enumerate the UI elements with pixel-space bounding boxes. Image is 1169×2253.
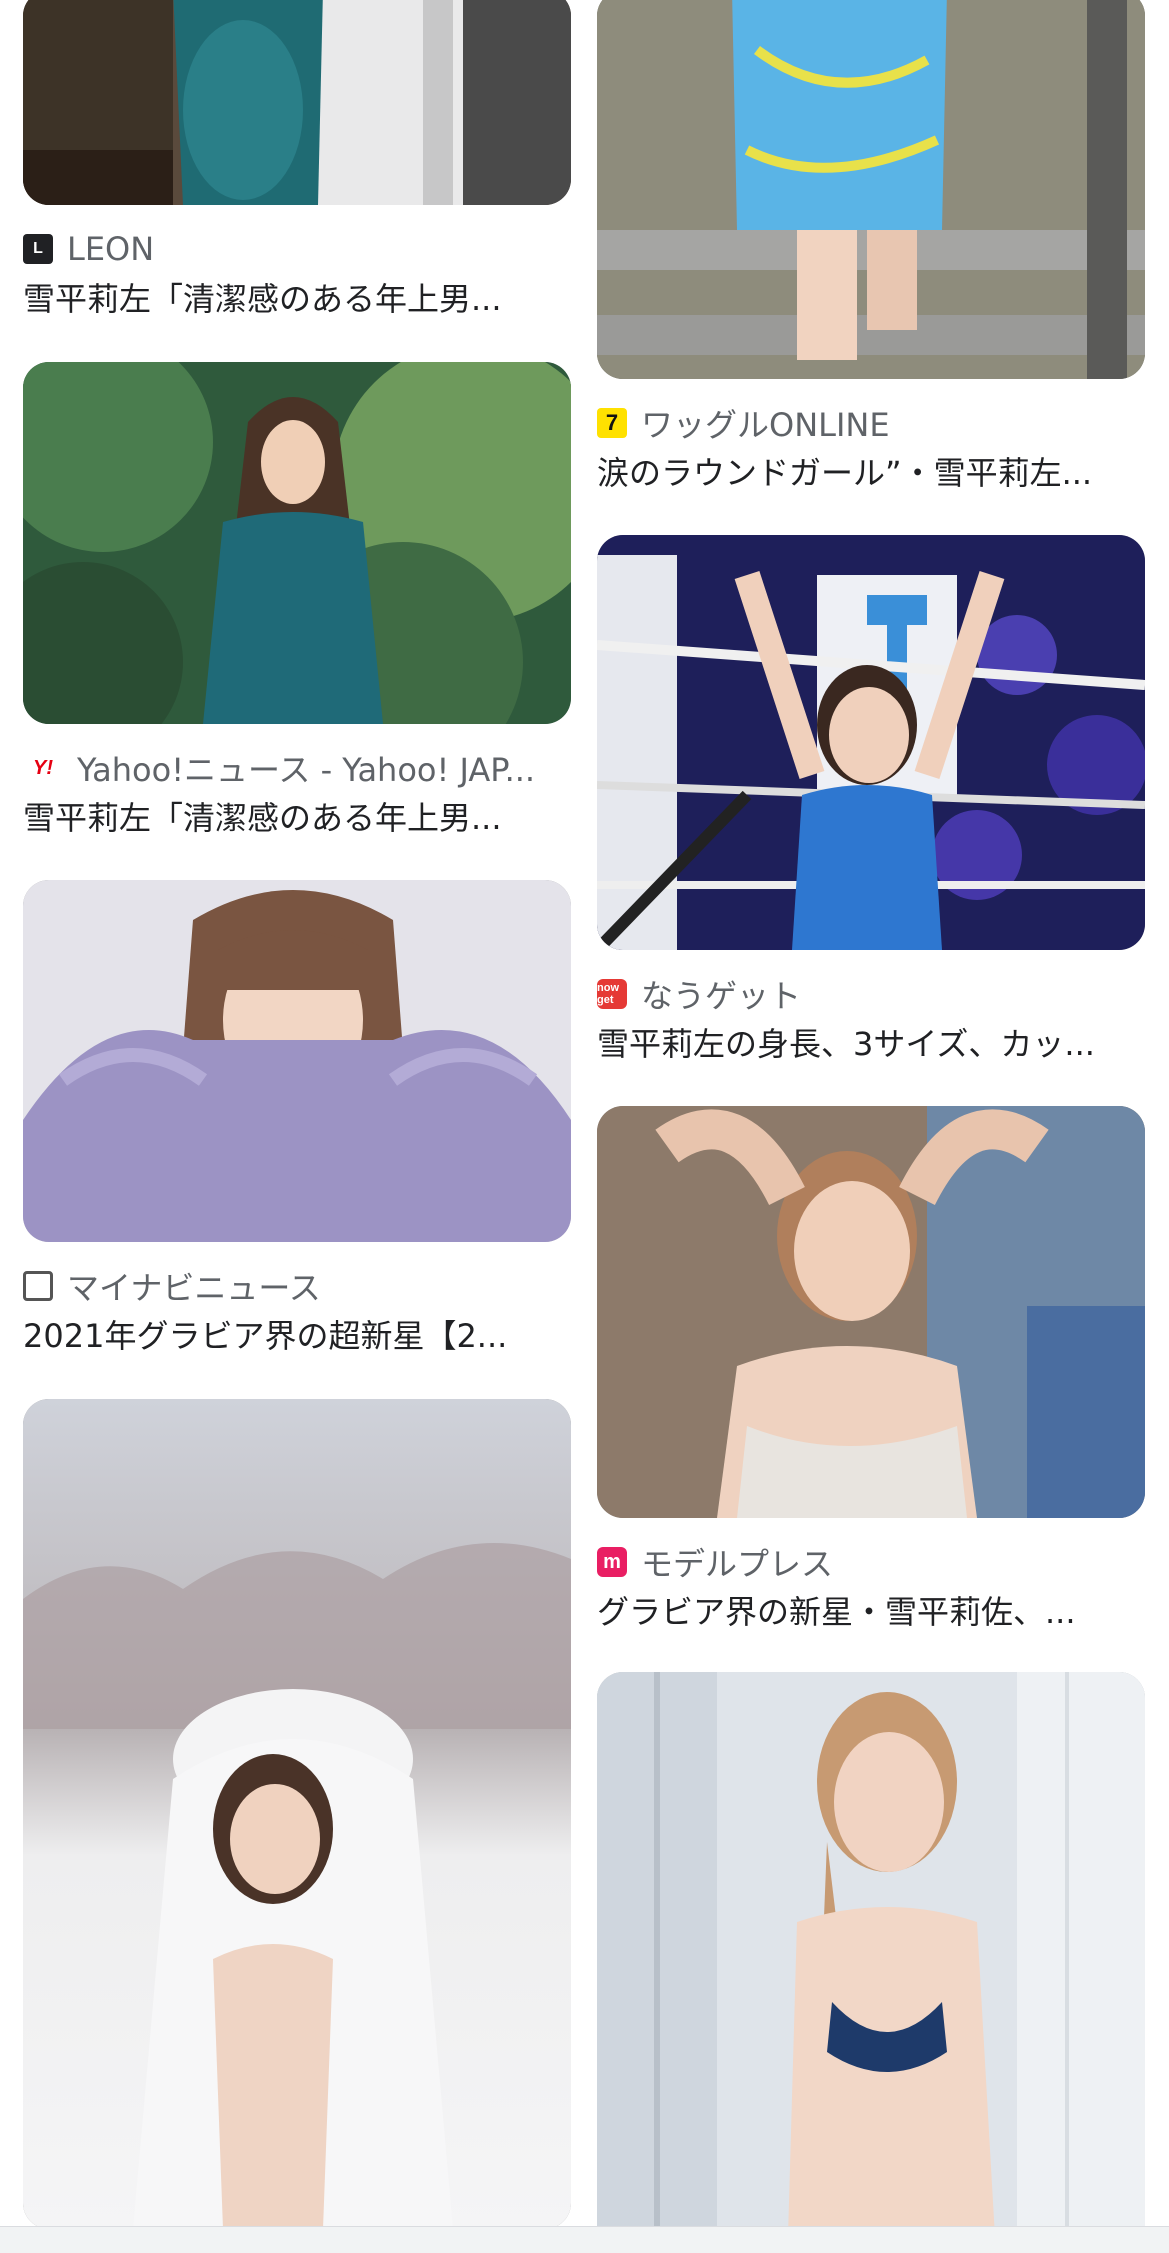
result-source[interactable]: L LEON [23, 229, 571, 269]
result-image[interactable] [597, 535, 1145, 950]
result-source[interactable]: m モデルプレス [597, 1542, 1145, 1583]
result-source[interactable]: Y! Yahoo!ニュース - Yahoo! JAP... [23, 748, 571, 789]
result-title[interactable]: 涙のラウンドガール”・雪平莉左... [597, 451, 1145, 495]
result-source[interactable]: 7 ワッグルONLINE [597, 403, 1145, 444]
result-title[interactable]: 雪平莉左の身長、3サイズ、カッ... [597, 1022, 1145, 1066]
image-result-card[interactable]: 7 ワッグルONLINE 涙のラウンドガール”・雪平莉左... [597, 0, 1145, 495]
leon-logo-icon: L [23, 234, 53, 264]
result-title[interactable]: 雪平莉左「清潔感のある年上男... [23, 796, 571, 840]
modelpress-logo-icon: m [597, 1547, 627, 1577]
source-name: Yahoo!ニュース - Yahoo! JAP... [77, 751, 536, 789]
image-result-card[interactable] [597, 1672, 1145, 2253]
mynavi-logo-icon [23, 1271, 53, 1301]
image-result-card[interactable]: L LEON 雪平莉左「清潔感のある年上男... [23, 0, 571, 321]
source-name: ワッグルONLINE [641, 406, 890, 444]
bottom-toolbar [0, 2226, 1169, 2253]
waggle-logo-icon: 7 [597, 408, 627, 438]
source-name: マイナビニュース [67, 1269, 321, 1307]
image-results-grid: L LEON 雪平莉左「清潔感のある年上男... Y! Yahoo!ニュース -… [0, 0, 1169, 2253]
image-result-card[interactable]: m モデルプレス グラビア界の新星・雪平莉佐、... [597, 1106, 1145, 1634]
result-title[interactable]: グラビア界の新星・雪平莉佐、... [597, 1590, 1145, 1634]
result-image[interactable] [597, 0, 1145, 379]
result-source[interactable]: now get なうゲット [597, 974, 1145, 1015]
image-result-card[interactable]: now get なうゲット 雪平莉左の身長、3サイズ、カッ... [597, 535, 1145, 1066]
yahoo-logo-icon: Y! [33, 756, 53, 779]
nowget-logo-icon: now get [597, 979, 627, 1009]
result-image[interactable] [597, 1672, 1145, 2253]
source-name: LEON [67, 230, 155, 268]
result-title[interactable]: 2021年グラビア界の超新星【2... [23, 1314, 571, 1358]
result-image[interactable] [597, 1106, 1145, 1518]
image-result-card[interactable]: マイナビニュース 2021年グラビア界の超新星【2... [23, 880, 571, 1358]
source-name: モデルプレス [641, 1545, 834, 1583]
result-title[interactable]: 雪平莉左「清潔感のある年上男... [23, 277, 571, 321]
source-name: なうゲット [641, 977, 802, 1015]
result-image[interactable] [23, 1399, 571, 2229]
result-source[interactable]: マイナビニュース [23, 1266, 571, 1307]
image-result-card[interactable] [23, 1399, 571, 2229]
result-image[interactable] [23, 880, 571, 1242]
result-image[interactable] [23, 0, 571, 205]
image-result-card[interactable]: Y! Yahoo!ニュース - Yahoo! JAP... 雪平莉左「清潔感のあ… [23, 362, 571, 840]
result-image[interactable] [23, 362, 571, 724]
